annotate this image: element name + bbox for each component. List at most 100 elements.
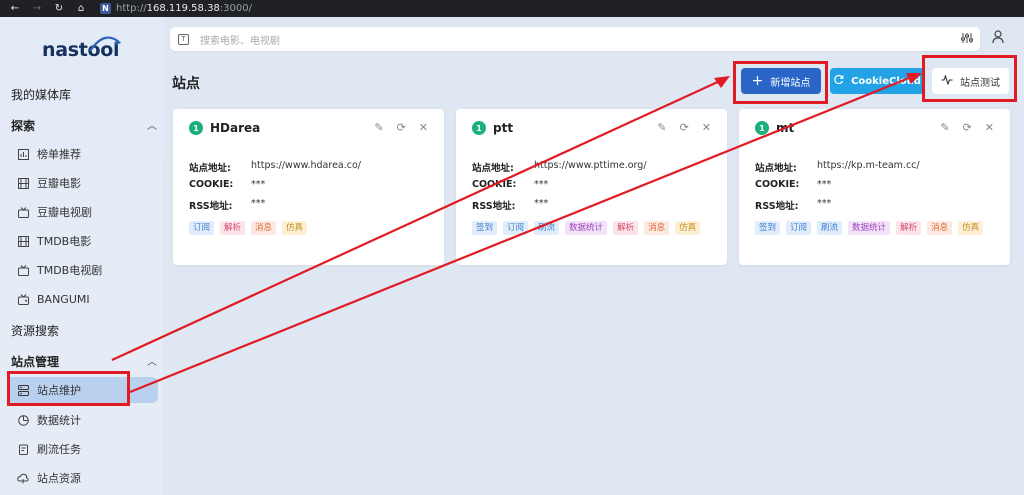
close-icon[interactable]: ✕ [985, 121, 994, 134]
site-tag: 刷流 [817, 221, 843, 235]
site-tag: 签到 [755, 221, 781, 235]
clipboard-icon [17, 443, 29, 455]
url-path: :3000/ [219, 3, 252, 14]
site-number-badge: 1 [189, 121, 203, 135]
tv-retro-icon [17, 293, 29, 305]
sidebar: nastool 我的媒体库 探索 ︿ 榜单推荐 豆瓣电影 豆瓣电视剧 TMDB电… [0, 17, 163, 495]
site-favicon-icon: N [100, 3, 111, 14]
close-icon[interactable]: ✕ [702, 121, 711, 134]
browser-toolbar: ← → ↻ ⌂ N http:// 168.119.58.38 :3000/ [0, 0, 1024, 17]
edit-icon[interactable]: ✎ [657, 121, 666, 134]
nav-section-site-management[interactable]: 站点管理 ︿ [11, 353, 157, 370]
site-tag: 订阅 [189, 221, 215, 235]
refresh-icon[interactable]: ⟳ [680, 121, 689, 134]
site-tag: 数据统计 [565, 221, 608, 235]
edit-icon[interactable]: ✎ [374, 121, 383, 134]
url-host: 168.119.58.38 [146, 3, 220, 14]
sidebar-item-label: 刷流任务 [37, 443, 81, 456]
site-tag: 消息 [251, 221, 277, 235]
search-icon: T [178, 33, 189, 45]
logo-arc-icon [89, 36, 121, 52]
sidebar-item-data-stats[interactable]: 数据统计 [17, 407, 158, 433]
chart-icon [17, 148, 29, 160]
field-label: RSS地址: [755, 201, 799, 212]
sidebar-item-bangumi[interactable]: BANGUMI [17, 286, 158, 312]
arrowhead-add-site [714, 76, 730, 88]
user-icon[interactable] [992, 30, 1006, 46]
tag-list: 签到 订阅 刷流 数据统计 解析 消息 仿真 [472, 221, 712, 235]
tv-icon [17, 264, 29, 276]
tag-list: 签到 订阅 刷流 数据统计 解析 消息 仿真 [755, 221, 995, 235]
site-number-badge: 1 [472, 121, 486, 135]
chevron-up-icon[interactable]: ︿ [147, 353, 157, 370]
site-tag: 仿真 [958, 221, 984, 235]
site-tag: 订阅 [786, 221, 812, 235]
sidebar-item-label: 数据统计 [37, 414, 81, 427]
sidebar-item-site-resources[interactable]: 站点资源 [17, 465, 158, 491]
sidebar-item-label: TMDB电影 [37, 235, 92, 248]
site-name: HDarea [210, 121, 261, 135]
back-icon[interactable]: ← [6, 3, 24, 14]
field-label: 站点地址: [189, 163, 231, 174]
explore-label: 探索 [11, 119, 36, 133]
site-tag: 刷流 [534, 221, 560, 235]
chevron-up-icon[interactable]: ︿ [147, 117, 157, 134]
cookiecloud-button[interactable]: CookieCloud [830, 68, 924, 94]
site-tag: 消息 [927, 221, 953, 235]
tv-icon [17, 206, 29, 218]
app-logo[interactable]: nastool [42, 36, 122, 63]
site-number-badge: 1 [755, 121, 769, 135]
site-cookie: *** [251, 179, 266, 190]
site-name: mt [776, 121, 795, 135]
nav-resource-search[interactable]: 资源搜索 [11, 322, 59, 339]
field-label: RSS地址: [472, 201, 516, 212]
tag-list: 订阅 解析 消息 仿真 [189, 221, 429, 235]
nav-my-library[interactable]: 我的媒体库 [11, 86, 71, 103]
search-bar[interactable]: T 搜索电影、电视剧 [170, 27, 980, 51]
refresh-icon[interactable]: ⟳ [397, 121, 406, 134]
site-card[interactable]: 1 HDarea ✎ ⟳ ✕ 站点地址: https://www.hdarea.c… [173, 109, 444, 265]
field-label: 站点地址: [755, 163, 797, 174]
site-tag: 仿真 [282, 221, 308, 235]
edit-icon[interactable]: ✎ [940, 121, 949, 134]
sidebar-item-charts[interactable]: 榜单推荐 [17, 141, 158, 167]
cookiecloud-label: CookieCloud [851, 75, 921, 87]
sidebar-item-label: 豆瓣电视剧 [37, 206, 92, 219]
site-address: https://kp.m-team.cc/ [817, 160, 920, 171]
site-cookie: *** [534, 179, 549, 190]
field-label: RSS地址: [189, 201, 233, 212]
sidebar-item-douban-movies[interactable]: 豆瓣电影 [17, 170, 158, 196]
sidebar-item-label: 榜单推荐 [37, 148, 81, 161]
address-bar[interactable]: N http:// 168.119.58.38 :3000/ [100, 3, 252, 14]
url-scheme: http:// [116, 3, 147, 14]
site-card[interactable]: 1 mt ✎ ⟳ ✕ 站点地址: https://kp.m-team.cc/ CO… [739, 109, 1010, 265]
site-tag: 消息 [644, 221, 670, 235]
field-label: COOKIE: [472, 179, 517, 190]
sidebar-item-label: 豆瓣电影 [37, 177, 81, 190]
search-input[interactable]: 搜索电影、电视剧 [200, 32, 280, 47]
filter-settings-icon[interactable] [961, 32, 973, 47]
home-icon[interactable]: ⌂ [72, 3, 90, 14]
site-name: ptt [493, 121, 514, 135]
site-tag: 解析 [613, 221, 639, 235]
sidebar-item-label: TMDB电视剧 [37, 264, 103, 277]
sidebar-item-label: BANGUMI [37, 292, 90, 306]
page-title: 站点 [172, 76, 200, 92]
forward-icon[interactable]: → [28, 3, 46, 14]
field-label: COOKIE: [755, 179, 800, 190]
close-icon[interactable]: ✕ [419, 121, 428, 134]
sidebar-item-brush-tasks[interactable]: 刷流任务 [17, 436, 158, 462]
field-label: COOKIE: [189, 179, 234, 190]
sidebar-item-tmdb-movies[interactable]: TMDB电影 [17, 228, 158, 254]
site-address: https://www.hdarea.co/ [251, 160, 362, 171]
site-card[interactable]: 1 ptt ✎ ⟳ ✕ 站点地址: https://www.pttime.org/… [456, 109, 727, 265]
reload-icon[interactable]: ↻ [50, 3, 68, 14]
annotation-box-add-site [733, 61, 828, 104]
sidebar-item-tmdb-tv[interactable]: TMDB电视剧 [17, 257, 158, 283]
sidebar-item-douban-tv[interactable]: 豆瓣电视剧 [17, 199, 158, 225]
site-tag: 数据统计 [848, 221, 891, 235]
refresh-icon[interactable]: ⟳ [963, 121, 972, 134]
site-tag: 解析 [896, 221, 922, 235]
sidebar-item-label: 站点资源 [37, 472, 81, 485]
nav-section-explore[interactable]: 探索 ︿ [11, 117, 157, 134]
